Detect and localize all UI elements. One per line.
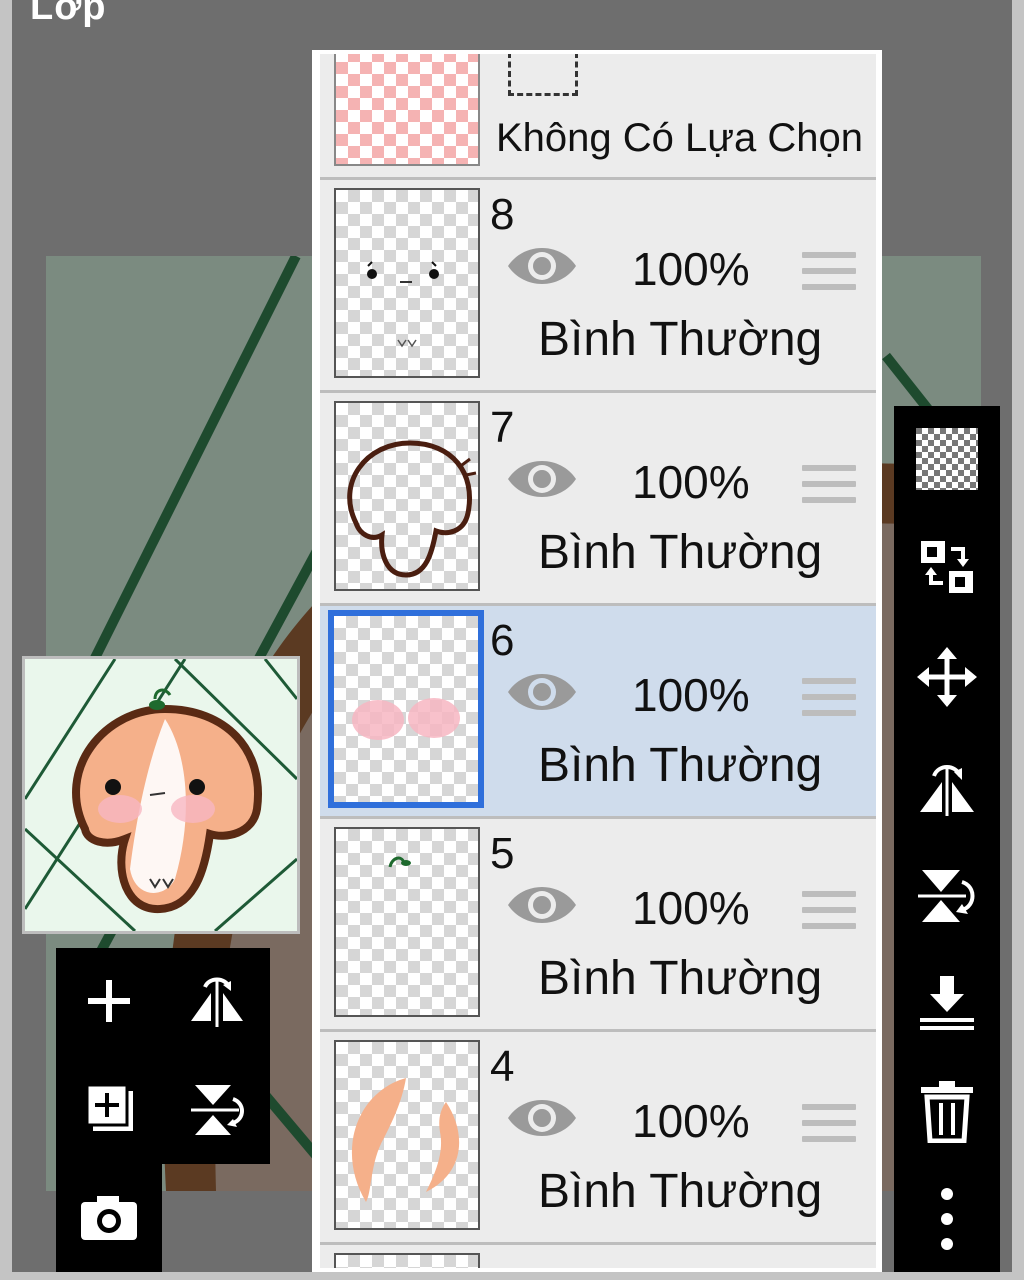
window-frame-right	[1012, 0, 1024, 1280]
move-layer-button[interactable]	[904, 634, 990, 720]
layer-name: 6	[490, 616, 515, 665]
layer-blend-mode[interactable]: Bình Thường	[538, 1164, 822, 1219]
trash-icon	[921, 1081, 973, 1143]
visibility-eye-icon[interactable]	[506, 457, 578, 501]
layer-opacity[interactable]: 100%	[632, 455, 750, 509]
layer-blend-mode[interactable]: Bình Thường	[538, 738, 822, 793]
drag-handle-icon[interactable]	[802, 465, 856, 511]
layer-name: 5	[490, 829, 515, 878]
layer-row-7[interactable]: 7 100% Bình Thường	[320, 393, 876, 606]
canvas-preview	[22, 656, 300, 934]
layer-name: 8	[490, 190, 515, 239]
camera-panel	[56, 1160, 162, 1272]
layer-thumbnail	[334, 827, 480, 1017]
transparency-icon	[916, 428, 978, 490]
layers-list[interactable]: Không Có Lựa Chọn 8 100% Bình Thường 7 1…	[312, 50, 882, 1272]
layer-thumbnail	[328, 610, 484, 808]
camera-icon	[81, 1196, 137, 1240]
flip-layer-vertical-button[interactable]	[172, 1064, 262, 1154]
move-icon	[917, 647, 977, 707]
visibility-eye-icon[interactable]	[506, 883, 578, 927]
flip-horizontal-rotate-icon	[920, 765, 974, 816]
layer-tools-panel	[56, 948, 270, 1164]
layer-opacity[interactable]: 100%	[632, 242, 750, 296]
layer-row-6[interactable]: 6 100% Bình Thường	[320, 606, 876, 819]
visibility-eye-icon[interactable]	[506, 670, 578, 714]
layer-thumbnail	[334, 401, 480, 591]
flip-horizontal-icon	[191, 977, 243, 1027]
drag-handle-icon[interactable]	[802, 891, 856, 937]
layer-opacity[interactable]: 100%	[632, 668, 750, 722]
window-frame-bottom	[0, 1272, 1024, 1280]
drag-handle-icon[interactable]	[802, 1104, 856, 1150]
flip-layer-horizontal-button[interactable]	[172, 956, 262, 1046]
add-layer-icon	[88, 980, 130, 1022]
window-frame-left	[0, 0, 12, 1280]
flip-horizontal-button[interactable]	[904, 744, 990, 830]
layer-blend-mode[interactable]: Bình Thường	[538, 312, 822, 367]
layer-blend-mode[interactable]: Bình Thường	[538, 951, 822, 1006]
drag-handle-icon[interactable]	[802, 678, 856, 724]
visibility-eye-icon[interactable]	[506, 244, 578, 288]
layer-thumbnail	[334, 1253, 480, 1268]
swap-selection-icon	[921, 541, 973, 593]
layer-name: 7	[490, 403, 515, 452]
layer-name: 4	[490, 1042, 515, 1091]
import-photo-button[interactable]	[64, 1172, 154, 1262]
selection-layer-label: Không Có Lựa Chọn	[496, 116, 864, 160]
merge-down-button[interactable]	[904, 960, 990, 1046]
dialog-title: Lớp	[30, 0, 107, 28]
visibility-eye-icon[interactable]	[506, 1096, 578, 1140]
layer-row-5[interactable]: 5 100% Bình Thường	[320, 819, 876, 1032]
transparency-button[interactable]	[904, 416, 990, 502]
copy-layer-button[interactable]	[64, 1064, 154, 1154]
layer-row-8[interactable]: 8 100% Bình Thường	[320, 180, 876, 393]
layer-thumbnail	[334, 188, 480, 378]
layer-thumbnail	[334, 1040, 480, 1230]
more-options-button[interactable]	[904, 1176, 990, 1262]
more-icon	[941, 1188, 953, 1250]
flip-vertical-rotate-icon	[918, 870, 975, 922]
flip-vertical-icon	[191, 1085, 244, 1135]
layer-opacity[interactable]: 100%	[632, 1094, 750, 1148]
merge-down-icon	[920, 976, 974, 1030]
layer-actions-toolbar	[894, 406, 1000, 1272]
drag-handle-icon[interactable]	[802, 252, 856, 298]
layer-row-4[interactable]: 4 100% Bình Thường	[320, 1032, 876, 1245]
no-selection-icon	[508, 54, 578, 96]
layer-blend-mode[interactable]: Bình Thường	[538, 525, 822, 580]
add-layer-button[interactable]	[64, 956, 154, 1046]
selection-layer-row[interactable]: Không Có Lựa Chọn	[320, 54, 876, 180]
layer-opacity[interactable]: 100%	[632, 881, 750, 935]
copy-layer-icon	[85, 1083, 133, 1131]
layer-row-partial[interactable]	[320, 1245, 876, 1268]
flip-vertical-button[interactable]	[904, 852, 990, 938]
swap-selection-button[interactable]	[904, 524, 990, 610]
selection-layer-thumbnail	[334, 54, 480, 166]
delete-layer-button[interactable]	[904, 1068, 990, 1154]
